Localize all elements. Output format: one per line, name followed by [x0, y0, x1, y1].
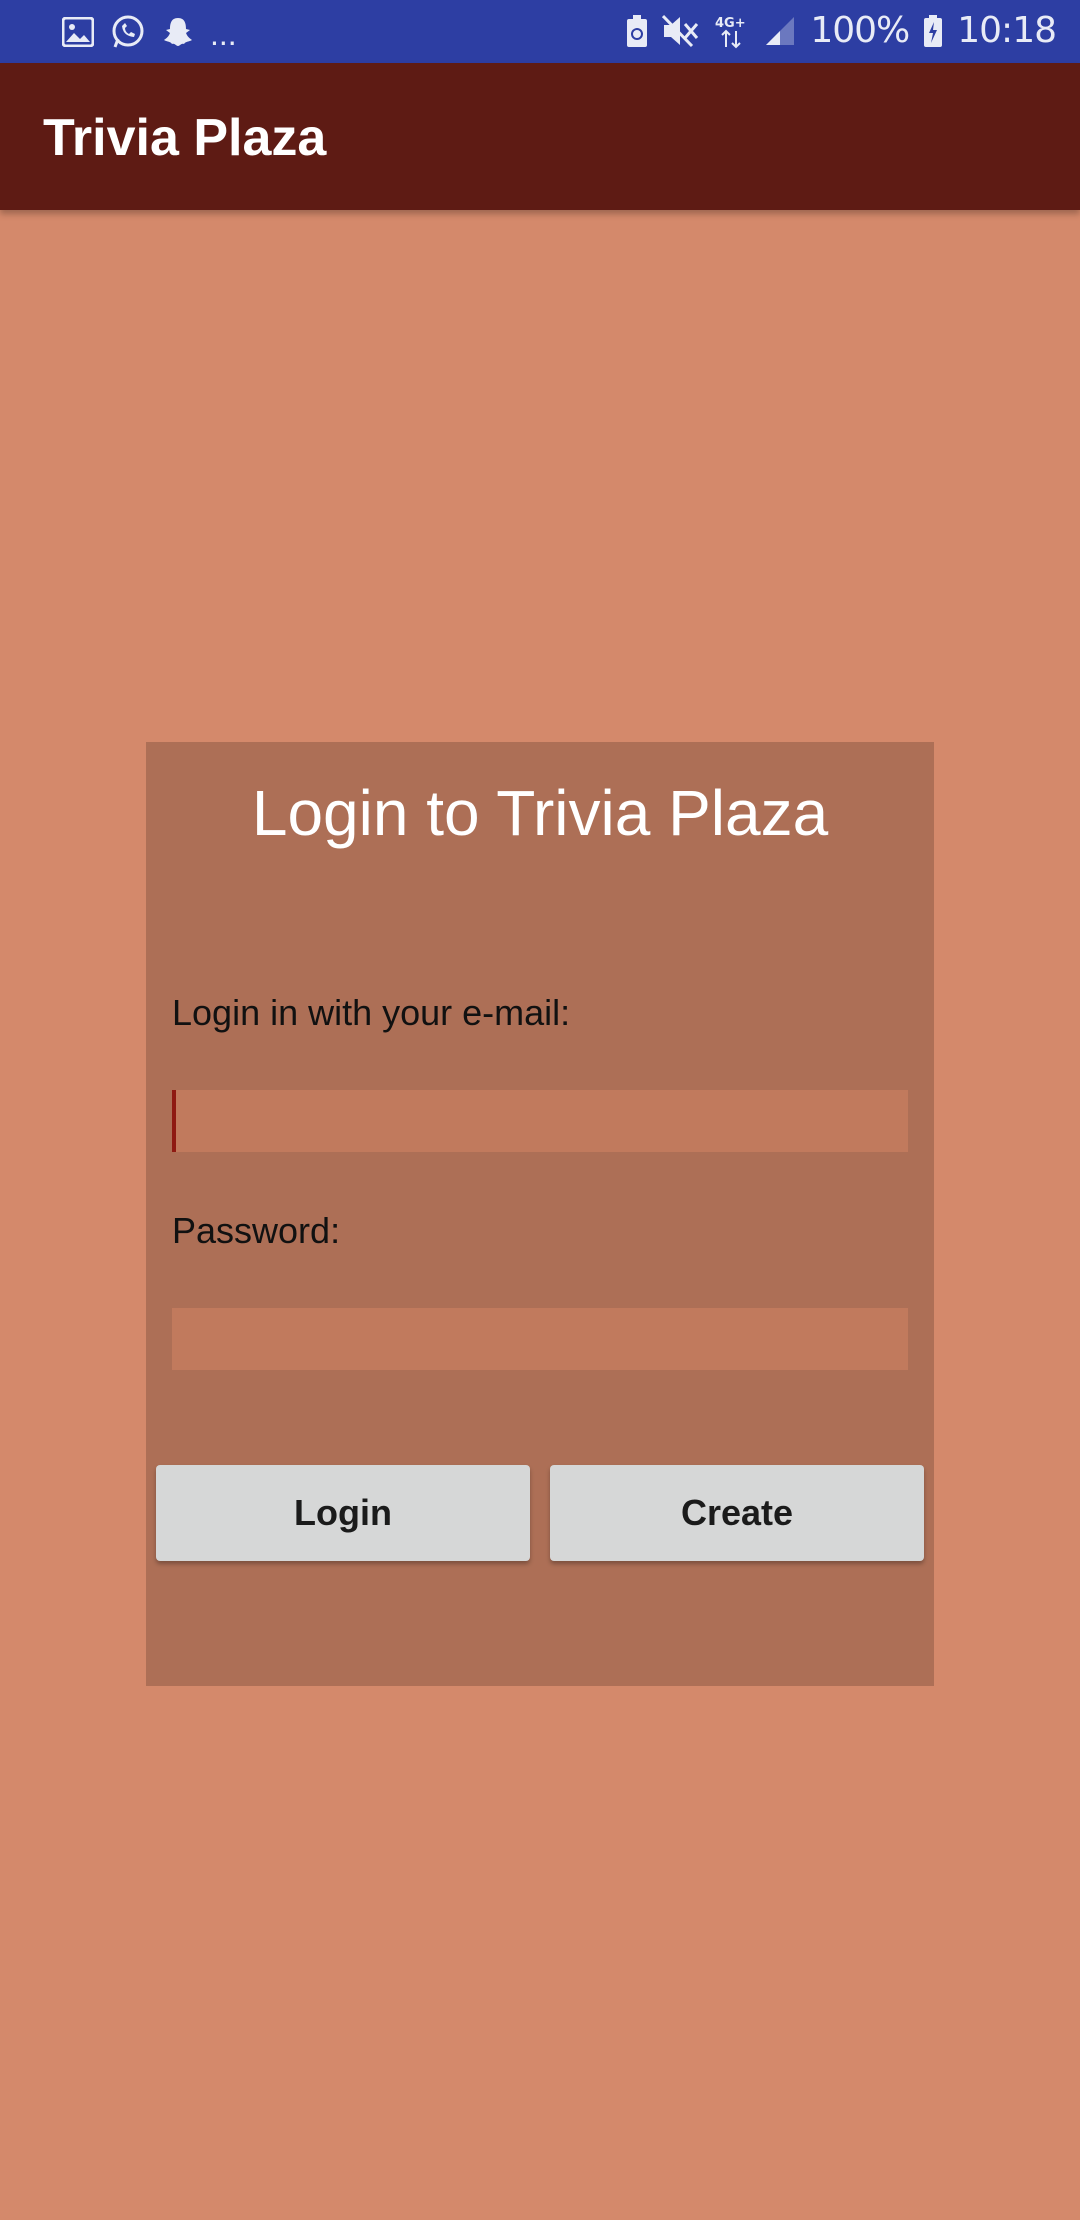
- create-account-button[interactable]: Create: [550, 1465, 924, 1561]
- password-field[interactable]: [172, 1308, 908, 1370]
- mute-icon: [662, 14, 700, 48]
- system-status: 4G+ 100% 10:18: [626, 10, 1057, 51]
- app-title: Trivia Plaza: [43, 109, 327, 167]
- login-title: Login to Trivia Plaza: [251, 777, 829, 849]
- login-button[interactable]: Login: [156, 1465, 530, 1561]
- network-4g-icon: 4G+: [714, 13, 750, 49]
- email-field[interactable]: [172, 1090, 908, 1152]
- battery-percent: 100%: [810, 10, 910, 51]
- notification-icons: ...: [62, 14, 237, 50]
- battery-charging-icon: [923, 14, 943, 48]
- network-label: 4G+: [715, 16, 746, 31]
- status-bar: ... 4G+ 100% 10:18: [0, 0, 1080, 63]
- whatsapp-icon: [110, 14, 146, 50]
- login-card: Login to Trivia Plaza Login in with your…: [146, 742, 934, 1686]
- clock: 10:18: [957, 10, 1057, 51]
- battery-saver-icon: [626, 14, 648, 48]
- more-notifications: ...: [210, 16, 237, 52]
- password-label: Password:: [172, 1210, 341, 1251]
- signal-icon: [764, 15, 796, 47]
- image-icon: [62, 17, 94, 47]
- app-bar: Trivia Plaza: [0, 63, 1080, 210]
- email-label: Login in with your e-mail:: [172, 992, 571, 1033]
- snapchat-icon: [162, 16, 194, 48]
